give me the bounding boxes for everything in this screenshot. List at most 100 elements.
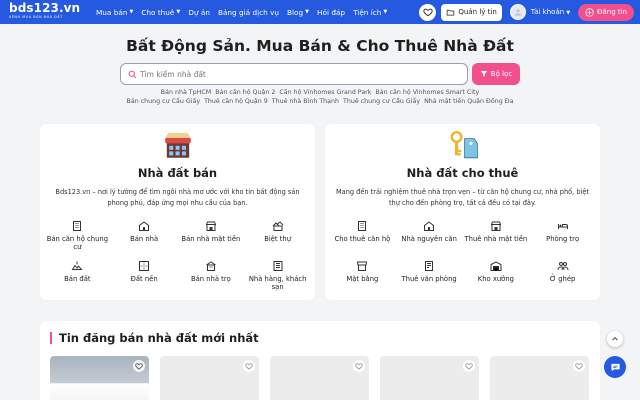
- nav-item[interactable]: Mua bán ▼: [96, 8, 133, 17]
- listing-card[interactable]: [50, 356, 149, 400]
- category-label: Phòng trọ: [546, 235, 580, 243]
- category-label: Mặt bằng: [346, 275, 379, 283]
- heart-icon[interactable]: [133, 360, 145, 372]
- nav-item[interactable]: Tiện ích ▼: [353, 8, 387, 17]
- storefront-icon: [205, 221, 217, 231]
- category-item[interactable]: Bán nhà trọ: [178, 260, 245, 294]
- land-icon: [71, 261, 83, 270]
- chevron-down-icon: ▼: [176, 9, 181, 15]
- category-item[interactable]: Bán căn hộ chung cư: [44, 220, 111, 254]
- logo-text: bds123.vn: [9, 1, 81, 15]
- listing-card[interactable]: [270, 356, 369, 400]
- category-item[interactable]: Nhà hàng, khách sạn: [244, 260, 311, 294]
- manage-listings-label: Quản lý tin: [458, 8, 497, 16]
- category-item[interactable]: Biệt thự: [244, 220, 311, 254]
- chat-button[interactable]: [604, 356, 626, 378]
- nav-item[interactable]: Cho thuê ▼: [141, 8, 180, 17]
- office-icon: [425, 261, 434, 271]
- shop-building-icon: [164, 133, 191, 158]
- category-item[interactable]: Kho xưởng: [463, 260, 530, 294]
- chevron-down-icon: ▼: [566, 10, 571, 16]
- search-bar[interactable]: [120, 63, 468, 85]
- user-icon: [514, 9, 522, 16]
- manage-listings-button[interactable]: Quản lý tin: [441, 3, 502, 21]
- popular-search-link[interactable]: Bán căn hộ Quận 2: [215, 89, 275, 96]
- category-label: Bán nhà trọ: [190, 275, 231, 283]
- popular-search-link[interactable]: Bán căn hộ Vinhomes Smart City: [375, 89, 479, 96]
- popular-search-link[interactable]: Nhà mặt tiền Quận Đống Đa: [424, 98, 513, 105]
- search-icon: [128, 70, 137, 78]
- house-icon: [424, 221, 435, 231]
- category-item[interactable]: Bán đất: [44, 260, 111, 294]
- listing-card[interactable]: [490, 356, 589, 400]
- header-actions: Quản lý tin Tài khoản ▼ Đăng tin: [419, 2, 634, 22]
- category-item[interactable]: Phòng trọ: [529, 220, 596, 254]
- saved-listings-button[interactable]: [419, 3, 437, 21]
- site-logo[interactable]: bds123.vn KÊNH MUA BÁN NHÀ ĐẤT: [9, 1, 81, 20]
- nav-item[interactable]: Dự án: [188, 8, 210, 17]
- category-label: Bán nhà: [130, 235, 159, 243]
- heart-icon[interactable]: [463, 360, 475, 372]
- heart-icon: [423, 8, 433, 17]
- chevron-down-icon: ▼: [129, 9, 134, 15]
- popular-search-link[interactable]: Thuê căn hộ Quận 9: [204, 98, 268, 105]
- filter-label: Bộ lọc: [490, 70, 513, 78]
- category-item[interactable]: Thuê văn phòng: [396, 260, 463, 294]
- chat-icon: [610, 363, 620, 371]
- account-menu[interactable]: Tài khoản ▼: [531, 8, 570, 16]
- nav-item[interactable]: Blog ▼: [287, 8, 309, 17]
- avatar[interactable]: [509, 4, 526, 20]
- nav-item-label: Bảng giá dịch vụ: [217, 7, 280, 17]
- category-label: Nhà nguyên căn: [401, 235, 457, 243]
- latest-listings-section: Tin đăng bán nhà đất mới nhất: [40, 321, 600, 400]
- house-icon: [139, 221, 150, 231]
- listing-card[interactable]: [380, 356, 479, 400]
- category-label: Bán nhà mặt tiền: [181, 235, 241, 243]
- logo-tagline: KÊNH MUA BÁN NHÀ ĐẤT: [9, 15, 63, 19]
- category-item[interactable]: Bán nhà: [111, 220, 178, 254]
- popular-search-link[interactable]: Thuê chung cư Cầu Giấy: [343, 98, 420, 105]
- nav-item[interactable]: Bảng giá dịch vụ: [218, 8, 279, 17]
- popular-search-link[interactable]: Bán chung cư Cầu Giấy: [127, 98, 201, 105]
- nav-item-label: Tiện ích: [353, 7, 382, 17]
- storefront-icon: [490, 221, 502, 231]
- rent-card-title: Nhà đất cho thuê: [406, 166, 519, 180]
- category-label: Ở ghép: [549, 275, 576, 283]
- nav-item-label: Blog: [287, 7, 304, 17]
- popular-searches-row-2: Bán chung cư Cầu Giấy Thuê căn hộ Quận 9 T…: [0, 98, 640, 105]
- scroll-top-button[interactable]: [607, 331, 623, 347]
- nav-item[interactable]: Hỏi đáp: [317, 8, 345, 17]
- boarding-house-icon: [206, 261, 216, 271]
- apartment-icon: [358, 221, 367, 231]
- heart-icon[interactable]: [353, 360, 365, 372]
- category-label: Thuê nhà mặt tiền: [464, 235, 528, 243]
- rent-category-grid: Cho thuê căn hộ Nhà nguyên căn Thuê nhà mặ…: [325, 220, 600, 294]
- post-listing-label: Đăng tin: [597, 8, 627, 16]
- folder-icon: [447, 9, 455, 15]
- popular-search-link[interactable]: Thuê nhà Bình Thạnh: [272, 98, 339, 105]
- category-item[interactable]: Bán nhà mặt tiền: [178, 220, 245, 254]
- category-item[interactable]: Nhà nguyên căn: [396, 220, 463, 254]
- category-item[interactable]: Mặt bằng: [329, 260, 396, 294]
- category-label: Biệt thự: [264, 235, 292, 243]
- popular-search-link[interactable]: Căn hộ Vinhomes Grand Park: [279, 89, 371, 96]
- filter-button[interactable]: Bộ lọc: [472, 63, 520, 85]
- listing-card[interactable]: [160, 356, 259, 400]
- category-item[interactable]: Đất nền: [111, 260, 178, 294]
- search-input[interactable]: [140, 69, 440, 79]
- category-item[interactable]: Thuê nhà mặt tiền: [463, 220, 530, 254]
- chevron-down-icon: ▼: [383, 9, 388, 15]
- rent-card-description: Mang đến trải nghiệm thuê nhà trọn vẹn –…: [335, 188, 590, 207]
- category-label: Thuê văn phòng: [401, 275, 457, 283]
- heart-icon[interactable]: [573, 360, 585, 372]
- heart-icon[interactable]: [243, 360, 255, 372]
- chevron-up-icon: [612, 336, 618, 341]
- category-item[interactable]: Cho thuê căn hộ: [329, 220, 396, 254]
- category-label: Bán đất: [64, 275, 91, 283]
- popular-search-link[interactable]: Bán nhà TpHCM: [161, 89, 211, 96]
- category-item[interactable]: Ở ghép: [529, 260, 596, 294]
- filter-icon: [480, 71, 488, 77]
- post-listing-button[interactable]: Đăng tin: [578, 3, 634, 21]
- shop-icon: [357, 261, 368, 271]
- nav-item-label: Cho thuê: [141, 7, 175, 17]
